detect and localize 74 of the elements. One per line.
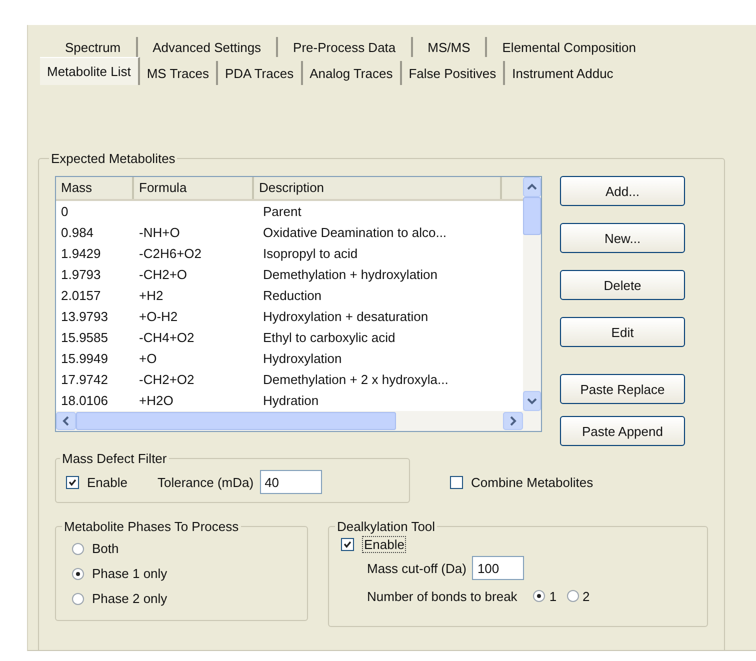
checkbox-label: Enable <box>362 536 406 552</box>
scroll-thumb[interactable] <box>523 197 541 235</box>
group-title: Expected Metabolites <box>50 151 176 166</box>
table-cell-text: +H2O <box>138 392 174 410</box>
tab[interactable]: Metabolite List <box>40 57 140 85</box>
scroll-thumb[interactable] <box>76 412 396 430</box>
group-title: Dealkylation Tool <box>336 519 436 534</box>
field-label: Number of bonds to break <box>367 588 518 604</box>
bonds-radio[interactable]: 1 <box>533 584 557 608</box>
table-cell-text: Hydroxylation <box>262 350 343 368</box>
phase-radio[interactable]: Phase 1 only <box>72 561 295 586</box>
tab[interactable]: MS/MS <box>412 37 488 57</box>
table-cell-text: 15.9585 <box>60 329 109 347</box>
table-cell-text: Demethylation + hydroxylation <box>262 266 439 284</box>
table-cell-text: 2.0157 <box>60 287 102 305</box>
radio-label: Both <box>92 541 119 556</box>
table-cell-text: 18.0106 <box>60 392 109 410</box>
table-cell-text: Ethyl to carboxylic acid <box>262 329 396 347</box>
table-cell-text: +O <box>138 350 158 368</box>
table-cell-text: Oxidative Deamination to alco... <box>262 224 448 242</box>
table-cell-text: 1.9793 <box>60 266 102 284</box>
radio-label: 1 <box>549 588 557 604</box>
table-cell-text: -CH2+O2 <box>138 371 196 389</box>
table-cell-text: 0.984 <box>60 224 95 242</box>
horizontal-scrollbar[interactable] <box>56 411 541 431</box>
enable-checkbox[interactable]: Enable <box>66 474 128 490</box>
checkbox-label: Enable <box>87 474 128 490</box>
field-label: Tolerance (mDa) <box>157 474 254 490</box>
action-button[interactable]: Edit <box>560 317 685 347</box>
tab[interactable]: Pre-Process Data <box>278 37 413 57</box>
table-cell-text: Hydration <box>262 392 320 410</box>
table-cell-text: 0 <box>60 203 70 221</box>
tab[interactable]: PDA Traces <box>218 61 303 85</box>
table-cell-text: -C2H6+O2 <box>138 245 202 263</box>
tab[interactable]: Elemental Composition <box>487 37 636 57</box>
table-cell-text: 15.9949 <box>60 350 109 368</box>
tolerance-field[interactable]: 40 <box>260 470 322 494</box>
table-cell-text: Demethylation + 2 x hydroxyla... <box>262 371 450 389</box>
tab[interactable]: MS Traces <box>140 61 218 85</box>
table-cell-text: -CH4+O2 <box>138 329 196 347</box>
column-header[interactable]: Mass <box>56 177 134 199</box>
tab[interactable]: False Positives <box>402 61 506 85</box>
phase-radio[interactable]: Both <box>72 536 295 561</box>
table-cell-text: 1.9429 <box>60 245 102 263</box>
action-button[interactable]: Delete <box>560 270 685 300</box>
table-cell-text: 13.9793 <box>60 308 109 326</box>
action-button[interactable]: Paste Replace <box>560 374 685 404</box>
tab[interactable]: Analog Traces <box>302 61 402 85</box>
action-button[interactable]: Add... <box>560 176 685 206</box>
table-cell-text: Reduction <box>262 287 323 305</box>
vertical-scrollbar[interactable] <box>523 177 541 411</box>
field-label: Mass cut-off (Da) <box>367 560 466 576</box>
enable-checkbox[interactable]: Enable <box>341 534 406 554</box>
radio-label: Phase 2 only <box>92 591 168 606</box>
table-cell-text: Parent <box>262 203 302 221</box>
tab[interactable]: Instrument Adduc <box>505 61 614 85</box>
radio-label: 2 <box>582 588 590 604</box>
table-cell-text: 17.9742 <box>60 371 109 389</box>
column-header[interactable]: Description <box>254 177 502 199</box>
action-button[interactable]: Paste Append <box>560 416 685 446</box>
column-header[interactable]: Formula <box>134 177 254 199</box>
radio-label: Phase 1 only <box>92 566 168 581</box>
table-cell-text: Hydroxylation + desaturation <box>262 308 430 326</box>
action-button[interactable]: New... <box>560 223 685 253</box>
table-cell-text: -CH2+O <box>138 266 188 284</box>
group-title: Metabolite Phases To Process <box>63 519 240 534</box>
table-cell-text: +O-H2 <box>138 308 179 326</box>
group-title: Mass Defect Filter <box>61 451 168 466</box>
table-cell-text: Isopropyl to acid <box>262 245 359 263</box>
table-cell-text: +H2 <box>138 287 164 305</box>
phase-radio[interactable]: Phase 2 only <box>72 586 295 611</box>
table-cell-text: -NH+O <box>138 224 181 242</box>
bonds-radio[interactable]: 2 <box>566 584 590 608</box>
cutoff-field[interactable]: 100 <box>472 556 524 580</box>
